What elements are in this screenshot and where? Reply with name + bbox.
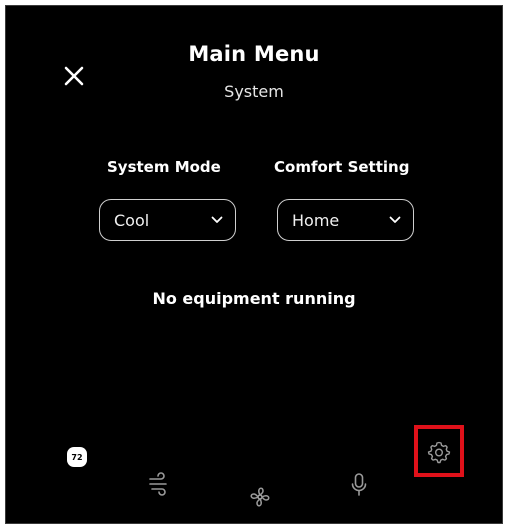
chevron-down-icon [211, 216, 223, 223]
settings-highlight-box [414, 425, 464, 477]
page-title: Main Menu [188, 42, 320, 66]
temperature-badge[interactable]: 72 [67, 447, 87, 467]
fan-button[interactable] [247, 484, 273, 510]
microphone-icon [351, 473, 367, 496]
thermostat-screen: Main Menu System System Mode Comfort Set… [5, 5, 503, 524]
equipment-status: No equipment running [152, 289, 356, 308]
fan-icon [250, 487, 270, 507]
airflow-button[interactable] [147, 470, 173, 496]
comfort-setting-dropdown[interactable]: Home [277, 199, 414, 241]
airflow-icon [149, 472, 167, 496]
system-mode-label: System Mode [107, 158, 221, 176]
system-mode-dropdown[interactable]: Cool [99, 199, 236, 241]
page-subtitle: System [224, 82, 284, 101]
comfort-setting-value: Home [292, 210, 340, 230]
voice-button[interactable] [349, 472, 369, 498]
system-mode-value: Cool [114, 210, 150, 230]
comfort-setting-label: Comfort Setting [274, 158, 410, 176]
chevron-down-icon [389, 216, 401, 223]
